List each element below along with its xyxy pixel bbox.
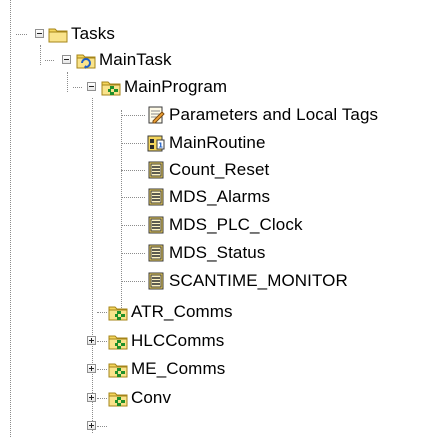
main-routine-icon <box>146 133 166 153</box>
tree-connector-line <box>121 170 145 171</box>
tree-node-label: Parameters and Local Tags <box>169 105 379 124</box>
tasks-collapse-toggle[interactable] <box>35 29 44 38</box>
tree-node-scantime-monitor[interactable]: SCANTIME_MONITOR <box>146 268 348 294</box>
tree-connector-line <box>92 98 93 433</box>
ladder-routine-icon <box>146 160 166 180</box>
tree-node-hlccomms[interactable]: HLCComms <box>108 328 224 354</box>
tree-connector-line <box>121 115 145 116</box>
tree-node-mds-alarms[interactable]: MDS_Alarms <box>146 184 270 210</box>
tree-connector-line <box>121 281 145 282</box>
controller-organizer-tree: 1 Tasks MainTask <box>0 0 432 437</box>
tree-connector-line <box>97 426 107 427</box>
tree-node-main-routine[interactable]: MainRoutine <box>146 130 266 156</box>
program-folder-icon <box>108 359 128 379</box>
tree-connector-line <box>97 341 107 342</box>
tree-connector-line <box>97 312 107 313</box>
tree-connector-line <box>121 197 145 198</box>
tree-connector-line <box>67 72 68 92</box>
tree-node-tasks[interactable]: Tasks <box>48 21 115 47</box>
tree-connector-line <box>97 369 107 370</box>
continuous-task-icon <box>76 50 96 70</box>
tree-connector-line <box>45 60 54 61</box>
tree-node-label: Conv <box>131 388 172 407</box>
ladder-routine-icon <box>146 243 166 263</box>
tree-node-label: MDS_Status <box>169 243 266 262</box>
program-folder-icon <box>108 388 128 408</box>
tree-node-label: HLCComms <box>131 331 225 350</box>
tree-connector-line <box>10 0 11 437</box>
tree-node-parameters-and-local-tags[interactable]: Parameters and Local Tags <box>146 102 378 128</box>
ladder-routine-icon <box>146 271 166 291</box>
tree-node-label: Count_Reset <box>169 160 270 179</box>
tree-node-label: ME_Comms <box>131 359 226 378</box>
program-folder-icon <box>108 302 128 322</box>
tree-connector-line <box>16 34 27 35</box>
me-comms-expand-toggle[interactable] <box>87 393 96 402</box>
tags-icon <box>146 105 166 125</box>
tree-connector-line <box>97 398 107 399</box>
tree-node-me-comms[interactable]: ME_Comms <box>108 356 225 382</box>
main-task-collapse-toggle[interactable] <box>62 55 71 64</box>
tree-connector-line <box>40 45 41 65</box>
tree-node-label: SCANTIME_MONITOR <box>169 271 348 290</box>
tree-node-main-program[interactable]: MainProgram <box>101 74 227 100</box>
tree-connector-line <box>121 143 145 144</box>
tree-node-label: ATR_Comms <box>131 302 233 321</box>
program-folder-icon <box>108 331 128 351</box>
tree-node-mds-plc-clock[interactable]: MDS_PLC_Clock <box>146 212 303 238</box>
tree-connector-line <box>121 253 145 254</box>
tree-node-label: MDS_PLC_Clock <box>169 215 303 234</box>
tree-node-label: Tasks <box>71 24 115 43</box>
ladder-routine-icon <box>146 215 166 235</box>
tree-connector-line <box>73 87 82 88</box>
tree-node-conv[interactable]: Conv <box>108 385 171 411</box>
tree-node-atr-comms[interactable]: ATR_Comms <box>108 299 233 325</box>
conv-expand-toggle[interactable] <box>87 421 96 430</box>
tree-node-main-task[interactable]: MainTask <box>76 47 172 73</box>
ladder-routine-icon <box>146 187 166 207</box>
folder-icon <box>48 24 68 44</box>
tree-node-label: MainTask <box>99 50 172 69</box>
main-program-collapse-toggle[interactable] <box>87 82 96 91</box>
tree-node-label: MainProgram <box>124 77 228 96</box>
tree-node-count-reset[interactable]: Count_Reset <box>146 157 269 183</box>
program-folder-icon <box>101 77 121 97</box>
tree-node-mds-status[interactable]: MDS_Status <box>146 240 265 266</box>
hlccomms-expand-toggle[interactable] <box>87 364 96 373</box>
atr-comms-expand-toggle[interactable] <box>87 336 96 345</box>
tree-connector-line <box>121 225 145 226</box>
tree-node-label: MainRoutine <box>169 133 266 152</box>
tree-node-label: MDS_Alarms <box>169 187 271 206</box>
